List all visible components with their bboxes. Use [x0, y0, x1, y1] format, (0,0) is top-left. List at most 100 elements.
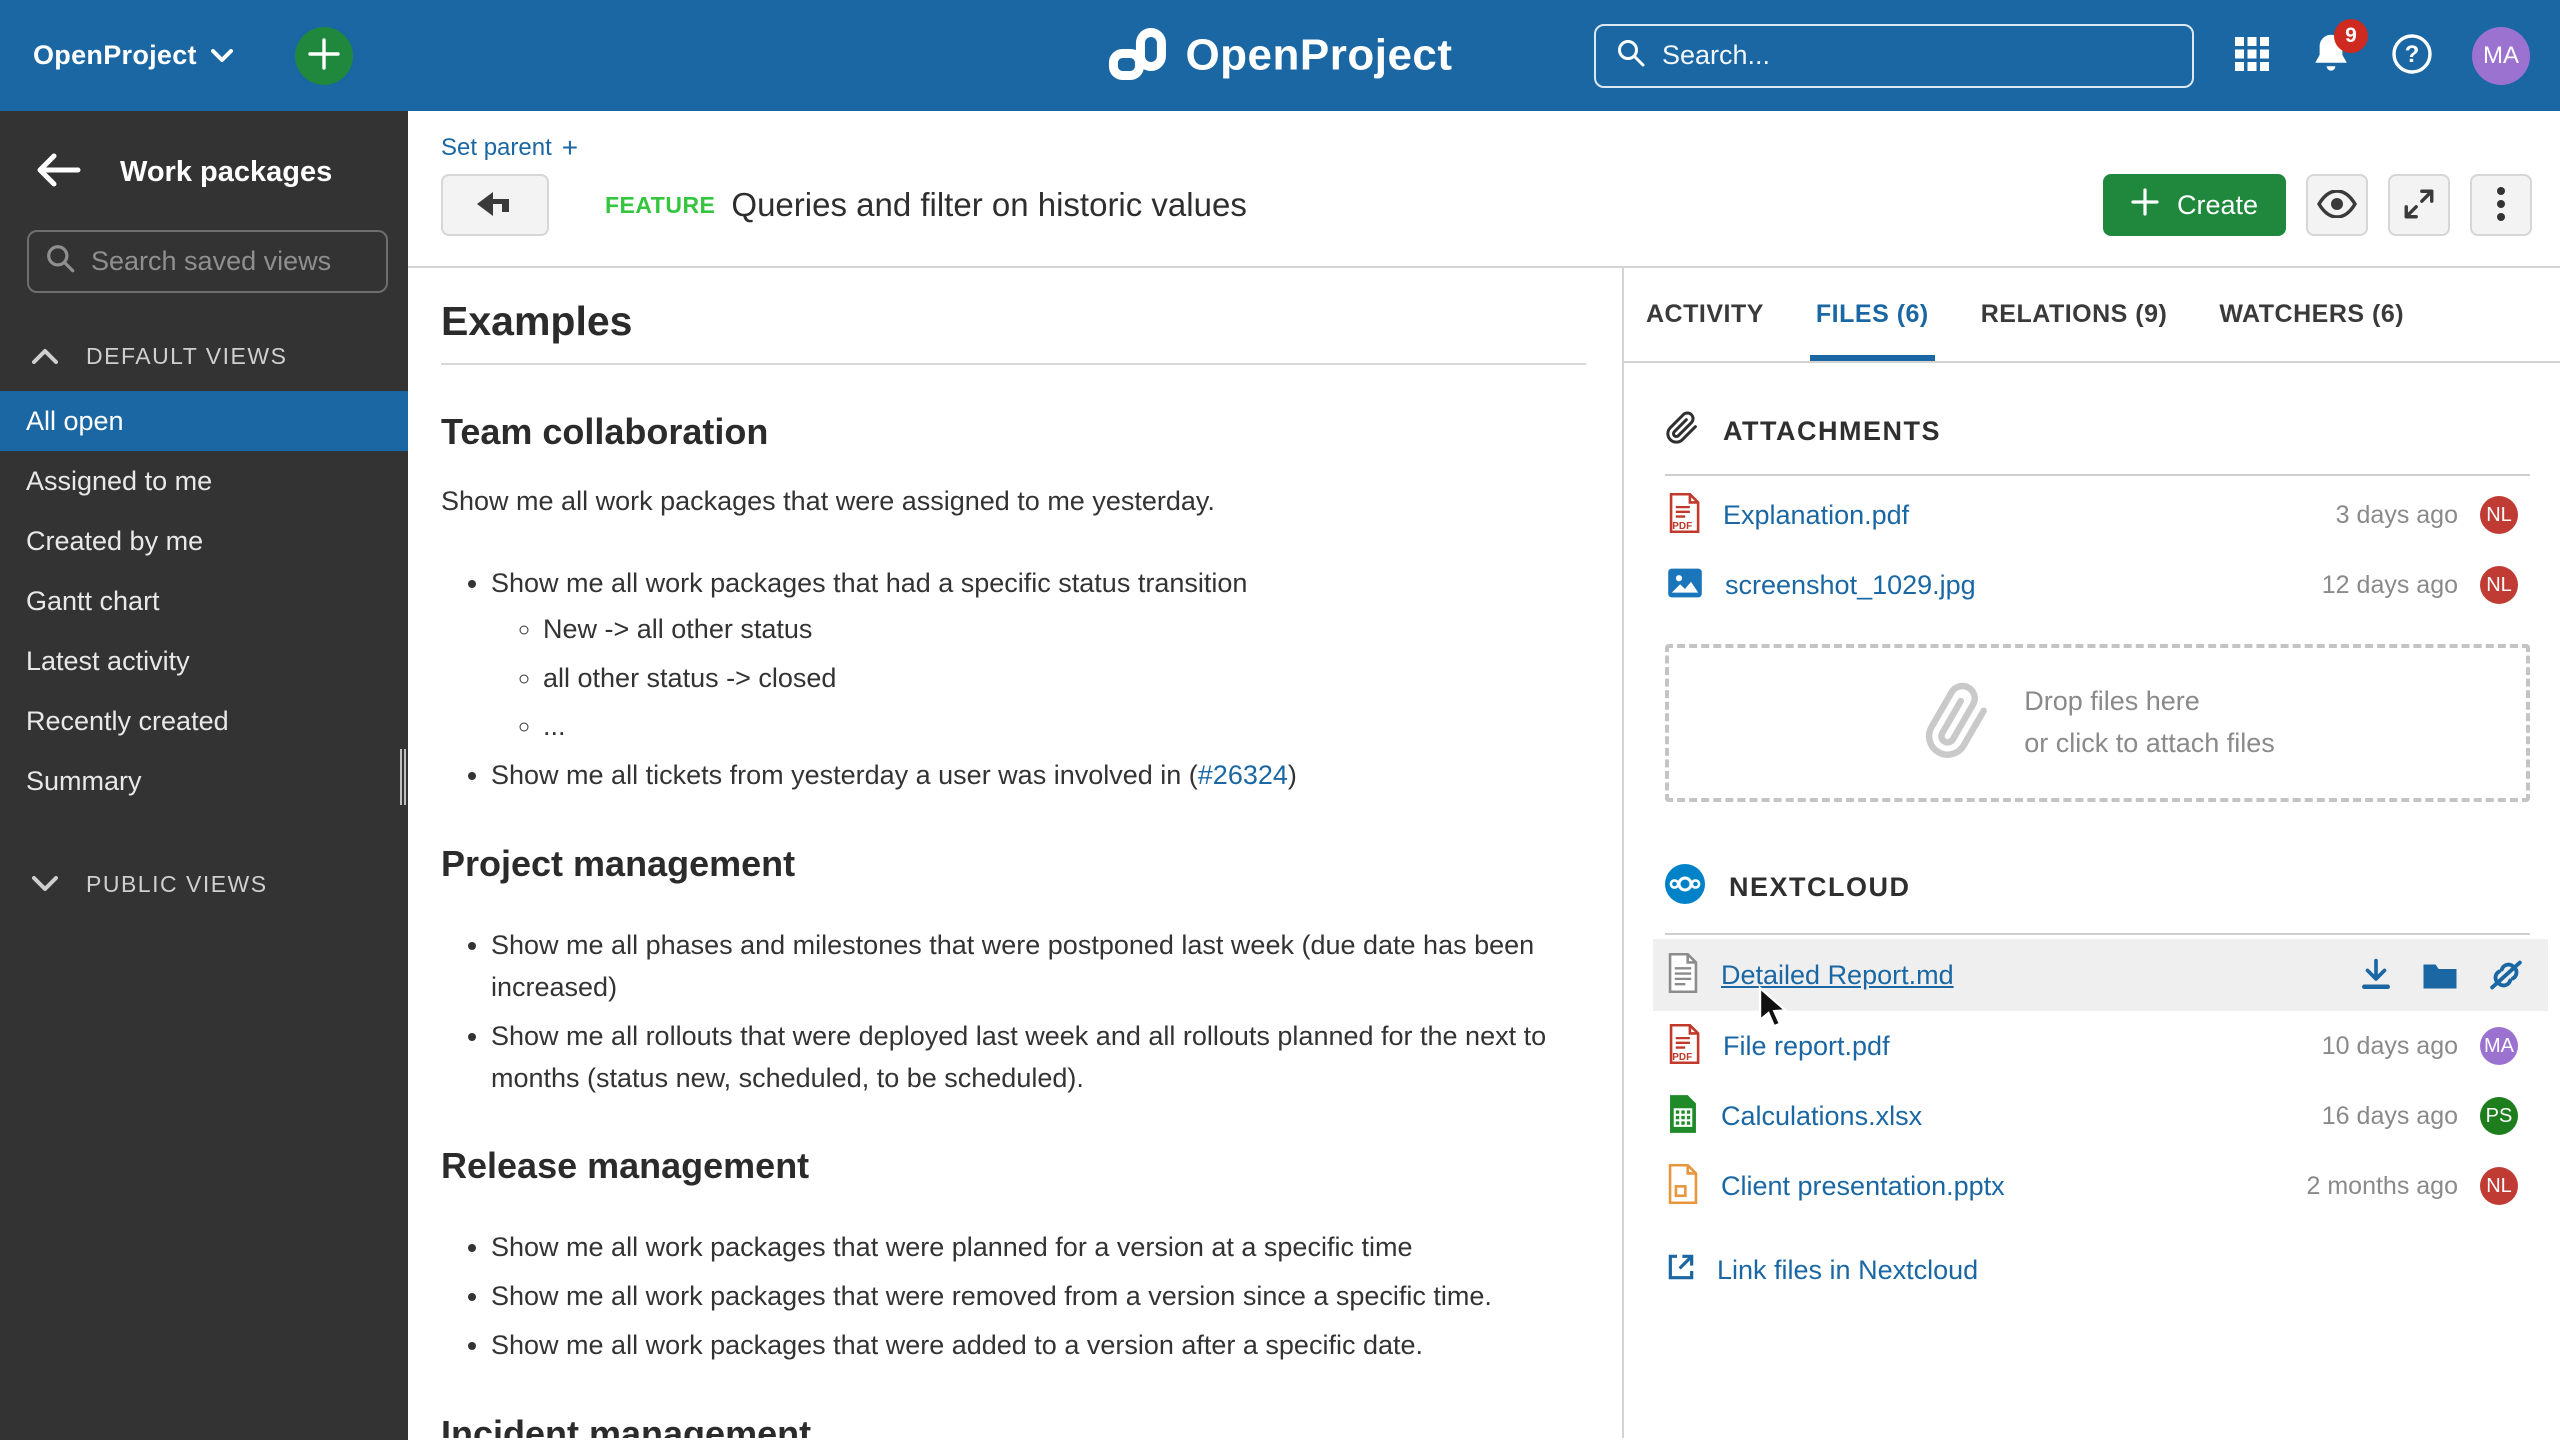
expand-icon: [2402, 187, 2436, 224]
panel-tab[interactable]: ACTIVITY: [1646, 268, 1764, 361]
file-row[interactable]: PDF Explanation.pdf 3 days ago NL: [1665, 480, 2530, 550]
sidebar-view-item-label: Gantt chart: [26, 585, 160, 616]
help-icon: ?: [2390, 32, 2434, 79]
eye-icon: [2317, 188, 2357, 221]
file-row[interactable]: Detailed Report.md: [1653, 939, 2548, 1011]
panel-tab[interactable]: RELATIONS (9): [1981, 268, 2168, 361]
create-button-label: Create: [2176, 189, 2258, 220]
apps-grid-button[interactable]: [2232, 34, 2272, 77]
saved-views-search[interactable]: [27, 230, 445, 293]
file-row[interactable]: screenshot_1029.jpg 12 days ago NL: [1665, 550, 2530, 620]
sidebar-view-item-label: Recently created: [26, 705, 229, 736]
kebab-icon: [2496, 186, 2506, 225]
sidebar-view-item[interactable]: Gantt chart: [0, 571, 408, 631]
ticket-link[interactable]: #26324: [1198, 760, 1288, 790]
plus-icon: [307, 37, 341, 74]
watch-button[interactable]: [2306, 174, 2368, 236]
svg-text:PDF: PDF: [1672, 1051, 1692, 1062]
file-row[interactable]: PDF File report.pdf 10 days ago MA: [1665, 1011, 2530, 1081]
nextcloud-heading: NEXTCLOUD: [1729, 872, 1911, 902]
link-files-label: Link files in Nextcloud: [1717, 1255, 1979, 1285]
link-files-nextcloud[interactable]: Link files in Nextcloud: [1665, 1251, 2530, 1290]
file-link[interactable]: Explanation.pdf: [1723, 500, 1909, 531]
download-icon[interactable]: [2360, 958, 2392, 992]
section-public-views-label: PUBLIC VIEWS: [86, 870, 268, 897]
file-link[interactable]: screenshot_1029.jpg: [1725, 570, 1976, 601]
bullet-item: Show me all work packages that were adde…: [491, 1325, 1586, 1367]
file-timestamp: 16 days ago: [2321, 1101, 2458, 1130]
work-package-description: Examples Team collaboration Show me all w…: [408, 268, 1622, 1438]
folder-icon[interactable]: [2422, 960, 2458, 990]
external-link-icon: [1665, 1251, 1697, 1290]
chevron-down-icon: [210, 48, 233, 63]
section-default-views-label: DEFAULT VIEWS: [86, 342, 288, 369]
project-dropdown[interactable]: OpenProject: [33, 40, 233, 71]
nested-bullet-list: New -> all other status all other status …: [491, 609, 1586, 749]
help-button[interactable]: ?: [2390, 32, 2434, 79]
file-link[interactable]: Detailed Report.md: [1721, 960, 1954, 991]
more-options-button[interactable]: [2470, 174, 2532, 236]
global-search-input[interactable]: [1662, 40, 2172, 71]
work-package-toolbar: Set parent + FEATURE Queries and filter …: [408, 111, 2560, 268]
sidebar-view-item[interactable]: Summary: [0, 751, 408, 811]
paperclip-icon: [1665, 411, 1699, 452]
file-link[interactable]: Calculations.xlsx: [1721, 1101, 1922, 1132]
file-row[interactable]: Client presentation.pptx 2 months ago NL: [1665, 1151, 2530, 1221]
panel-tabs: ACTIVITY FILES (6) RELATIONS (9) WATCHERS (…: [1624, 268, 2560, 363]
user-avatar[interactable]: MA: [2472, 26, 2530, 85]
heading-divider: [441, 363, 1586, 365]
fullscreen-button[interactable]: [2388, 174, 2450, 236]
sidebar-view-item-label: Created by me: [26, 525, 204, 556]
panel-tab[interactable]: FILES (6): [1809, 268, 1935, 361]
bullet-item: Show me all work packages that were plan…: [491, 1227, 1586, 1269]
file-timestamp: 12 days ago: [2321, 570, 2458, 599]
set-parent-label: Set parent: [441, 134, 552, 161]
notification-count-badge: 9: [2334, 19, 2368, 53]
file-row[interactable]: Calculations.xlsx 16 days ago PS: [1665, 1081, 2530, 1151]
md-file-icon: [1667, 952, 1699, 998]
bullet-item: Show me all work packages that had a spe…: [491, 563, 1586, 748]
pdf-file-icon: PDF: [1667, 492, 1701, 538]
pptx-file-icon: [1667, 1163, 1699, 1209]
create-button[interactable]: Create: [2102, 174, 2286, 236]
avatar: NL: [2480, 1167, 2518, 1205]
file-link[interactable]: File report.pdf: [1723, 1031, 1890, 1062]
bullet-item: Show me all tickets from yesterday a use…: [491, 755, 1586, 797]
section-default-views[interactable]: DEFAULT VIEWS: [0, 327, 408, 385]
panel-tab[interactable]: WATCHERS (6): [2219, 268, 2404, 361]
global-add-button[interactable]: [294, 26, 353, 85]
grid-icon: [2232, 34, 2272, 77]
unlink-icon[interactable]: [2488, 958, 2524, 992]
top-header: OpenProject OpenProject Search... 9 ? MA: [0, 0, 2560, 111]
file-link[interactable]: Client presentation.pptx: [1721, 1171, 2005, 1202]
sidebar-view-item[interactable]: Recently created: [0, 691, 408, 751]
plus-icon: +: [561, 132, 579, 163]
xlsx-file-icon: [1667, 1094, 1699, 1139]
global-search[interactable]: [1594, 23, 2194, 88]
set-parent-link[interactable]: Set parent +: [441, 132, 578, 164]
project-dropdown-label: OpenProject: [33, 40, 197, 70]
avatar: NL: [2480, 496, 2518, 534]
sidebar-view-item[interactable]: Created by me: [0, 511, 408, 571]
file-dropzone[interactable]: Drop files here or click to attach files: [1665, 644, 2530, 802]
doc-sections: Team collaboration Show me all work packa…: [441, 411, 1586, 1438]
section-heading: Release management: [441, 1145, 810, 1187]
attachment-list: PDF Explanation.pdf 3 days ago NL screen…: [1665, 480, 2530, 620]
bullet-item: New -> all other status: [543, 609, 1586, 651]
back-arrow-icon[interactable]: [36, 153, 82, 192]
sidebar-view-item[interactable]: Assigned to me: [0, 451, 408, 511]
pdf-file-icon: PDF: [1667, 1023, 1701, 1069]
notifications-button[interactable]: 9: [2310, 19, 2368, 80]
file-timestamp: 2 months ago: [2306, 1171, 2459, 1200]
sidebar-view-item[interactable]: Latest activity: [0, 631, 408, 691]
back-to-list-button[interactable]: [441, 174, 549, 236]
section-public-views[interactable]: PUBLIC VIEWS: [0, 855, 408, 913]
back-to-list-icon: [475, 190, 515, 221]
saved-views-search-input[interactable]: [91, 246, 445, 277]
bullet-item: Show me all work packages that were remo…: [491, 1276, 1586, 1318]
nextcloud-logo-icon: [1665, 864, 1705, 911]
sidebar-view-item[interactable]: All open: [0, 391, 408, 451]
section-heading: Team collaboration: [441, 411, 769, 452]
sidebar-view-list: All open Assigned to me Created by me Ga…: [0, 391, 408, 811]
sidebar-resize-handle[interactable]: [400, 749, 406, 805]
